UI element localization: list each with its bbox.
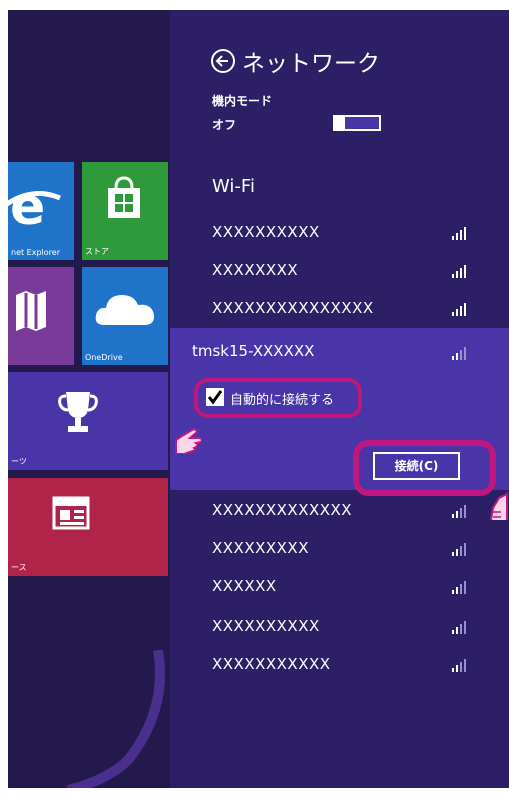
- pointing-hand-icon: [175, 428, 202, 454]
- connect-button[interactable]: 接続(C): [373, 452, 460, 480]
- network-ssid: XXXXXXXXXX: [212, 617, 320, 635]
- pointing-hand-icon: [489, 492, 508, 520]
- wifi-signal-weak-icon: [452, 543, 466, 556]
- airplane-mode-label: 機内モード: [212, 94, 273, 108]
- network-ssid: XXXXXX: [212, 577, 277, 595]
- news-icon: [52, 496, 90, 530]
- cloud-icon: [95, 295, 155, 325]
- start-screen: e net Explorer ストア OneDrive ーツ ース: [8, 10, 170, 788]
- back-arrow-icon: [211, 49, 235, 73]
- tile-label: OneDrive: [85, 353, 123, 362]
- wifi-signal-weak-icon: [452, 581, 466, 594]
- tile-internet-explorer[interactable]: e net Explorer: [8, 162, 74, 260]
- network-item[interactable]: XXXXXXXXX: [170, 534, 509, 564]
- tile-maps[interactable]: [8, 267, 74, 365]
- network-item[interactable]: XXXXXX: [170, 572, 509, 602]
- tile-news[interactable]: ース: [8, 478, 168, 576]
- checkmark-icon: [207, 390, 223, 405]
- wifi-signal-weak-icon: [452, 347, 466, 360]
- selected-network[interactable]: tmsk15-XXXXXX 自動的に接続する 接続(C): [170, 328, 509, 496]
- network-item[interactable]: XXXXXXXXXXXXXXX: [170, 294, 509, 324]
- wifi-signal-icon: [452, 227, 466, 240]
- back-button[interactable]: [210, 48, 236, 74]
- svg-text:e: e: [10, 177, 45, 236]
- wifi-signal-icon: [452, 265, 466, 278]
- store-icon: [108, 176, 140, 218]
- auto-connect-checkbox[interactable]: [206, 388, 224, 406]
- internet-explorer-icon: e: [8, 177, 61, 236]
- network-panel: ネットワーク 機内モード オフ Wi-Fi XXXXXXXXXX XXXXXXX…: [170, 10, 509, 788]
- tile-label: ストア: [85, 247, 109, 256]
- network-item[interactable]: XXXXXXXXXX: [170, 612, 509, 642]
- network-ssid: XXXXXXXXXXXXX: [212, 501, 353, 519]
- wifi-signal-weak-icon: [452, 659, 466, 672]
- airplane-mode-state: オフ: [212, 118, 237, 132]
- airplane-mode-toggle[interactable]: [333, 115, 381, 131]
- tile-label: ーツ: [11, 457, 27, 466]
- network-ssid: XXXXXXXXXXXXXXX: [212, 299, 374, 317]
- network-item[interactable]: XXXXXXXX: [170, 256, 509, 286]
- maps-icon: [16, 291, 46, 331]
- tile-label: net Explorer: [11, 248, 60, 257]
- tile-label: ース: [11, 563, 27, 572]
- network-item[interactable]: XXXXXXXXXX: [170, 218, 509, 248]
- wifi-signal-weak-icon: [452, 621, 466, 634]
- background-swirl: [66, 650, 165, 788]
- tile-onedrive[interactable]: OneDrive: [82, 267, 168, 365]
- wifi-signal-weak-icon: [452, 505, 466, 518]
- auto-connect-label: 自動的に接続する: [230, 393, 335, 408]
- toggle-thumb: [335, 117, 345, 129]
- network-ssid: XXXXXXXX: [212, 261, 299, 279]
- tile-store[interactable]: ストア: [82, 162, 168, 260]
- panel-title: ネットワーク: [242, 51, 380, 77]
- network-ssid: XXXXXXXXXX: [212, 223, 320, 241]
- wifi-heading: Wi-Fi: [212, 176, 255, 197]
- screen: e net Explorer ストア OneDrive ーツ ース ネットワーク…: [8, 10, 509, 788]
- network-item[interactable]: XXXXXXXXXXX: [170, 650, 509, 680]
- wifi-signal-icon: [452, 303, 466, 316]
- network-item[interactable]: XXXXXXXXXXXXX: [170, 496, 509, 526]
- tile-sports[interactable]: ーツ: [8, 372, 168, 470]
- selected-network-ssid: tmsk15-XXXXXX: [192, 342, 315, 360]
- trophy-icon: [58, 392, 98, 432]
- network-ssid: XXXXXXXXX: [212, 539, 309, 557]
- network-ssid: XXXXXXXXXXX: [212, 655, 331, 673]
